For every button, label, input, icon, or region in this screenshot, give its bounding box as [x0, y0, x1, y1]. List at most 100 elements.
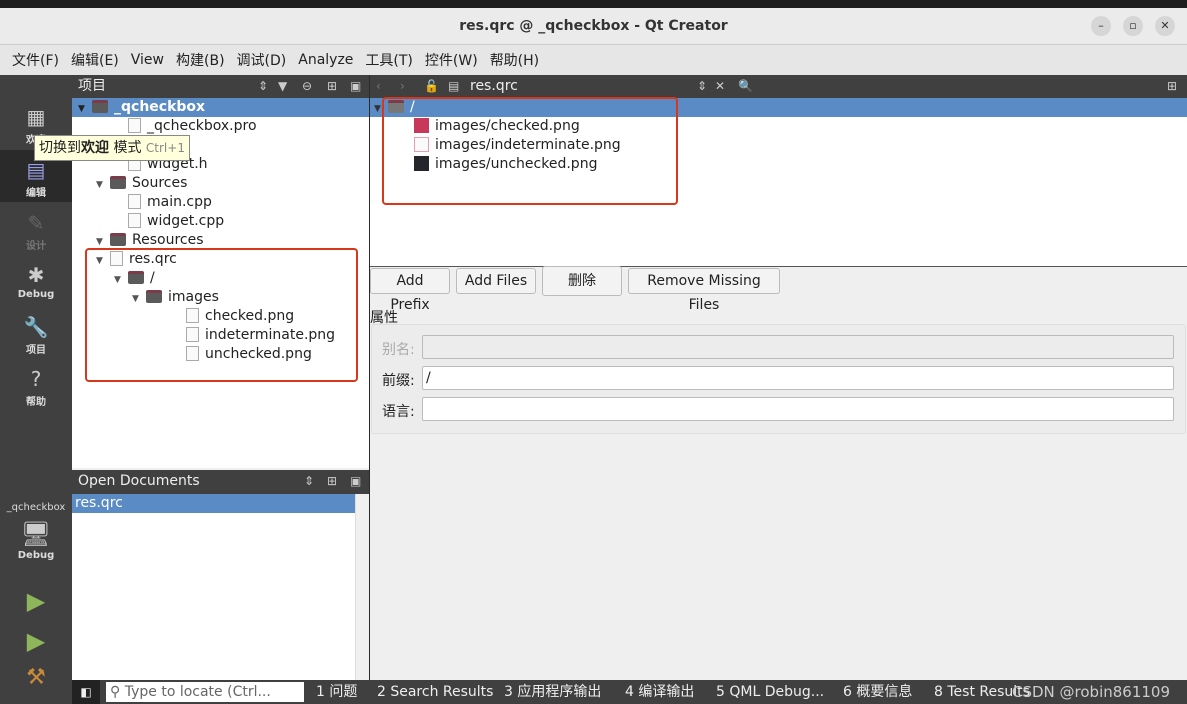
- close-button[interactable]: ✕: [1155, 16, 1175, 36]
- add-files-button[interactable]: Add Files: [456, 268, 536, 294]
- window-title: res.qrc @ _qcheckbox - Qt Creator: [459, 18, 728, 34]
- play-icon: ▶: [26, 587, 46, 615]
- run-button[interactable]: ▶: [0, 587, 72, 615]
- hammer-icon: ⚒: [26, 665, 46, 690]
- tree-item-label: main.cpp: [147, 194, 212, 210]
- search-icon: ⚲: [110, 684, 125, 700]
- build-button[interactable]: ⚒: [0, 665, 72, 690]
- tree-item-label: _qcheckbox.pro: [147, 118, 257, 134]
- tab-application-output[interactable]: 3 应用程序输出: [504, 680, 601, 704]
- tree-item[interactable]: _qcheckbox.pro: [128, 117, 257, 136]
- menu-view[interactable]: View: [125, 52, 170, 68]
- tab-search-results[interactable]: 2 Search Results: [377, 680, 493, 704]
- tree-item-label: widget.cpp: [147, 213, 225, 229]
- panel-title: 项目: [78, 78, 106, 94]
- system-top-bar: [0, 0, 1187, 8]
- minimize-button[interactable]: –: [1091, 16, 1111, 36]
- filter-icon[interactable]: ▼: [278, 75, 287, 98]
- menu-tools[interactable]: 工具(T): [359, 50, 418, 70]
- play-bug-icon: ▶: [26, 627, 46, 655]
- locate-input[interactable]: ⚲ Type to locate (Ctrl...: [106, 682, 304, 702]
- tree-item-label: _qcheckbox: [114, 99, 206, 115]
- close-document-icon[interactable]: ✕: [715, 75, 725, 98]
- folder-icon: [110, 176, 126, 189]
- tooltip-text: 模式: [109, 140, 142, 156]
- open-documents-header: Open Documents ⇕ ⊞ ▣: [72, 470, 369, 494]
- back-icon[interactable]: ‹: [376, 75, 381, 98]
- sort-icon[interactable]: ⇕: [304, 470, 314, 493]
- mode-design[interactable]: ✎ 设计: [0, 211, 72, 252]
- pencil-icon: ✎: [27, 211, 45, 235]
- sort-icon[interactable]: ⇕: [697, 75, 707, 98]
- add-prefix-button[interactable]: Add Prefix: [370, 268, 450, 313]
- mode-debug[interactable]: ✱ Debug: [0, 263, 72, 300]
- menu-help[interactable]: 帮助(H): [484, 50, 545, 70]
- sort-icon[interactable]: ⇕: [258, 75, 268, 98]
- lock-icon[interactable]: 🔓: [424, 75, 439, 98]
- tree-item[interactable]: ▼ Sources: [96, 174, 187, 193]
- maximize-button[interactable]: ▫: [1123, 16, 1143, 36]
- language-input[interactable]: [422, 397, 1174, 421]
- qrc-file-icon: ▤: [448, 79, 460, 93]
- close-pane-icon[interactable]: ▣: [350, 470, 361, 493]
- split-icon[interactable]: ⊞: [1167, 75, 1177, 98]
- help-icon: ?: [30, 367, 42, 391]
- bug-icon: ✱: [27, 263, 45, 287]
- tree-item[interactable]: widget.cpp: [128, 212, 224, 231]
- mode-projects[interactable]: 🔧 项目: [0, 315, 72, 356]
- debug-run-button[interactable]: ▶: [0, 627, 72, 655]
- split-icon[interactable]: ⊞: [327, 75, 337, 98]
- grid-icon: ▦: [26, 105, 46, 129]
- tree-item[interactable]: ▼ _qcheckbox: [72, 98, 369, 117]
- folder-icon: [92, 100, 108, 113]
- menu-debug[interactable]: 调试(D): [231, 50, 293, 70]
- tree-item[interactable]: main.cpp: [128, 193, 212, 212]
- watermark: CSDN @robin861109: [1012, 683, 1171, 701]
- editor-tab[interactable]: res.qrc: [470, 75, 518, 98]
- list-item[interactable]: res.qrc: [72, 494, 355, 513]
- tab-general-messages[interactable]: 6 概要信息: [843, 680, 912, 704]
- tooltip-shortcut: Ctrl+1: [145, 141, 185, 155]
- expand-arrow-icon[interactable]: ▼: [78, 100, 92, 119]
- link-icon[interactable]: ⊖: [302, 75, 312, 98]
- tree-item-label: Sources: [132, 175, 188, 191]
- search-icon[interactable]: 🔍: [738, 75, 753, 98]
- folder-icon: [110, 233, 126, 246]
- projects-panel-header: 项目 ⇕ ▼ ⊖ ⊞ ▣: [72, 75, 369, 98]
- remove-missing-files-button[interactable]: Remove Missing Files: [628, 268, 780, 313]
- alias-label: 别名:: [382, 342, 415, 358]
- mode-selector: ▦欢迎 ▤编辑 ✎设计 ✱Debug 🔧项目 ?帮助 _qcheckbox 🖥D…: [0, 75, 72, 704]
- menu-build[interactable]: 构建(B): [170, 50, 231, 70]
- kit-selector[interactable]: 🖥 Debug: [0, 520, 72, 561]
- remove-button[interactable]: 删除: [542, 266, 622, 296]
- file-icon: [128, 213, 141, 228]
- close-pane-icon[interactable]: ▣: [350, 75, 361, 98]
- status-bar: ◧ ⚲ Type to locate (Ctrl... 1 问题 2 Searc…: [72, 680, 1187, 704]
- split-icon[interactable]: ⊞: [327, 470, 337, 493]
- kit-project: _qcheckbox: [6, 502, 66, 513]
- open-documents-list: res.qrc: [72, 494, 369, 680]
- prefix-input[interactable]: /: [422, 366, 1174, 390]
- menu-widgets[interactable]: 控件(W): [419, 50, 484, 70]
- mode-help[interactable]: ? 帮助: [0, 367, 72, 408]
- divider: [370, 266, 1187, 267]
- scrollbar[interactable]: [355, 494, 369, 680]
- edit-icon: ▤: [26, 158, 46, 182]
- expand-arrow-icon[interactable]: ▼: [96, 176, 110, 195]
- tooltip-text: 切换到: [39, 140, 81, 156]
- menu-analyze[interactable]: Analyze: [292, 52, 359, 68]
- menu-edit[interactable]: 编辑(E): [65, 50, 125, 70]
- tab-compile-output[interactable]: 4 编译输出: [625, 680, 694, 704]
- menu-file[interactable]: 文件(F): [6, 50, 65, 70]
- prefix-label: 前缀:: [382, 373, 415, 389]
- forward-icon[interactable]: ›: [400, 75, 405, 98]
- tab-qml-debug[interactable]: 5 QML Debug...: [716, 680, 824, 704]
- monitor-icon: 🖥: [20, 520, 52, 548]
- toggle-sidebar-icon[interactable]: ◧: [72, 680, 100, 704]
- file-icon: [128, 194, 141, 209]
- language-label: 语言:: [382, 404, 415, 420]
- tooltip: 切换到欢迎 模式 Ctrl+1: [34, 135, 190, 161]
- menu-bar: 文件(F) 编辑(E) View 构建(B) 调试(D) Analyze 工具(…: [0, 44, 1187, 75]
- tab-issues[interactable]: 1 问题: [316, 680, 357, 704]
- alias-input[interactable]: [422, 335, 1174, 359]
